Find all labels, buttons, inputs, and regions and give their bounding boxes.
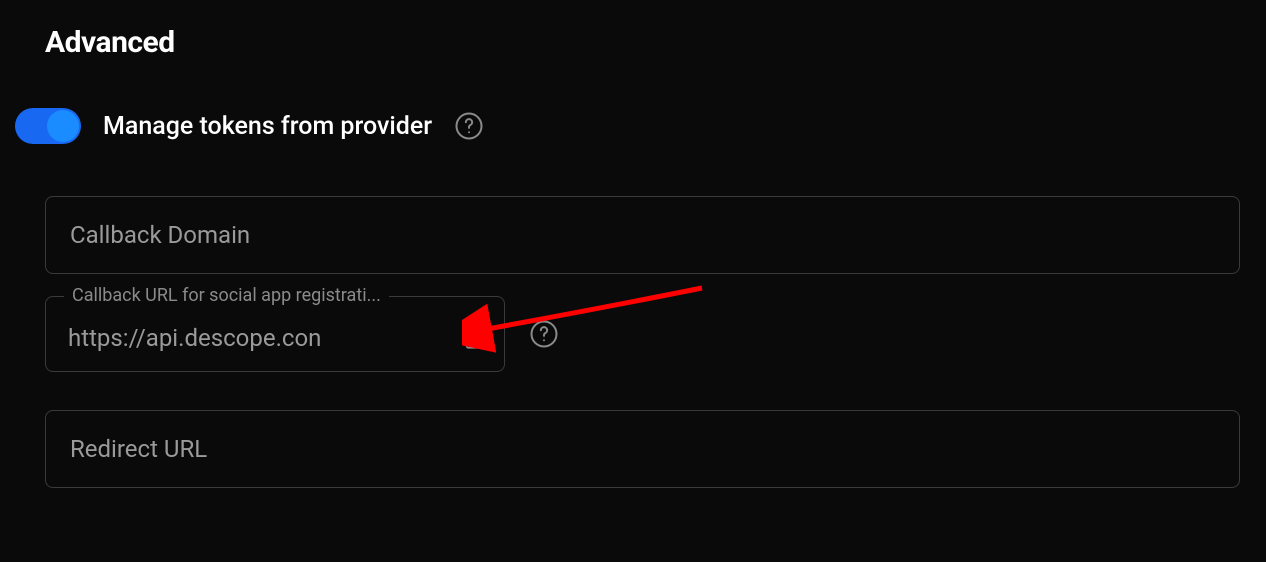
toggle-row: Manage tokens from provider <box>15 108 1221 144</box>
manage-tokens-toggle[interactable] <box>15 108 81 144</box>
help-icon[interactable] <box>529 319 559 349</box>
callback-url-value: https://api.descope.con <box>68 324 442 352</box>
callback-url-field[interactable]: Callback URL for social app registrati..… <box>45 296 505 372</box>
help-icon[interactable] <box>454 111 484 141</box>
manage-tokens-label: Manage tokens from provider <box>103 112 432 141</box>
redirect-url-placeholder: Redirect URL <box>70 435 207 463</box>
callback-url-row: Callback URL for social app registrati..… <box>45 296 1221 372</box>
redirect-url-field[interactable]: Redirect URL <box>45 410 1240 488</box>
section-title: Advanced <box>45 25 1221 60</box>
copy-icon[interactable] <box>454 321 488 355</box>
toggle-knob <box>47 110 79 142</box>
callback-domain-placeholder: Callback Domain <box>70 221 250 249</box>
callback-url-legend: Callback URL for social app registrati..… <box>64 285 389 306</box>
callback-domain-field[interactable]: Callback Domain <box>45 196 1240 274</box>
